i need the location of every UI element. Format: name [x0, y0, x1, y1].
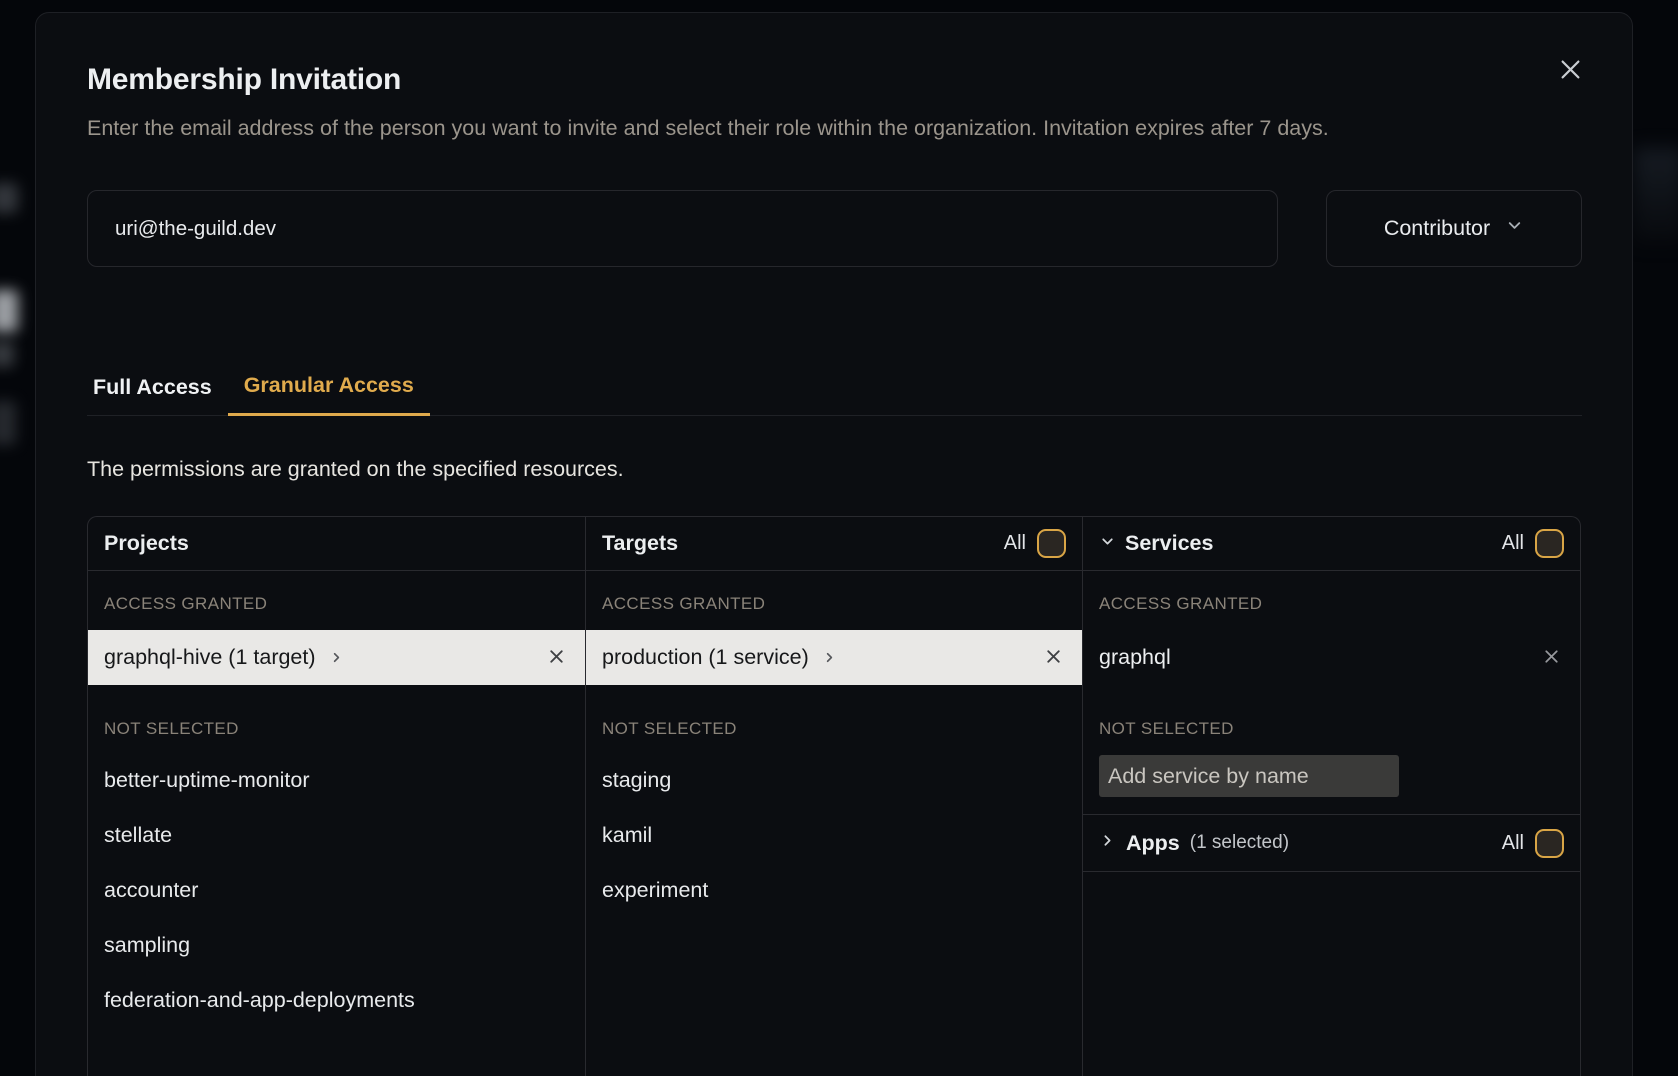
apps-all-toggle[interactable]: All	[1502, 829, 1564, 858]
access-granted-label: ACCESS GRANTED	[602, 594, 1066, 614]
modal-description: Enter the email address of the person yo…	[87, 110, 1511, 147]
background-artifact	[0, 341, 14, 367]
project-item[interactable]: sampling	[88, 918, 585, 973]
remove-icon	[546, 646, 567, 670]
apps-all-checkbox[interactable]	[1535, 829, 1564, 858]
remove-target-button[interactable]	[1041, 644, 1066, 672]
background-artifact	[1634, 148, 1678, 243]
granted-service-name: graphql	[1099, 645, 1171, 670]
targets-column-header: Targets All	[586, 517, 1082, 571]
apps-label: Apps	[1126, 831, 1180, 856]
page-background: Membership Invitation Enter the email ad…	[0, 0, 1678, 1076]
apps-all-label: All	[1502, 832, 1524, 855]
targets-all-checkbox[interactable]	[1037, 529, 1066, 558]
services-all-checkbox[interactable]	[1535, 529, 1564, 558]
role-select-value: Contributor	[1384, 216, 1490, 241]
not-selected-label: NOT SELECTED	[602, 719, 1066, 739]
services-column: Services All ACCESS GRANTED graphql N	[1082, 517, 1580, 1076]
targets-list: staging kamil experiment	[586, 753, 1082, 918]
tab-full-access[interactable]: Full Access	[77, 373, 228, 416]
targets-column-title: Targets	[602, 531, 678, 556]
background-artifact	[0, 401, 16, 445]
modal-title: Membership Invitation	[87, 63, 1582, 97]
projects-list: better-uptime-monitor stellate accounter…	[88, 753, 585, 1028]
remove-icon	[1541, 646, 1562, 670]
project-item[interactable]: accounter	[88, 863, 585, 918]
chevron-down-icon	[1505, 216, 1524, 241]
granted-target-row[interactable]: production (1 service)	[586, 630, 1082, 685]
targets-column: Targets All ACCESS GRANTED production (1…	[585, 517, 1082, 1076]
close-icon	[1557, 56, 1584, 86]
target-item[interactable]: experiment	[586, 863, 1082, 918]
access-granted-label: ACCESS GRANTED	[1099, 594, 1564, 614]
email-input[interactable]	[87, 190, 1278, 267]
granted-project-name: graphql-hive (1 target)	[104, 645, 316, 670]
services-column-header[interactable]: Services All	[1083, 517, 1580, 571]
chevron-right-icon	[329, 650, 344, 665]
targets-all-label: All	[1004, 532, 1026, 555]
remove-project-button[interactable]	[544, 644, 569, 672]
not-selected-label: NOT SELECTED	[104, 719, 569, 739]
apps-section-row[interactable]: Apps (1 selected) All	[1083, 814, 1580, 872]
granted-target-name: production (1 service)	[602, 645, 809, 670]
add-service-input[interactable]	[1099, 755, 1399, 797]
membership-invitation-modal: Membership Invitation Enter the email ad…	[35, 12, 1633, 1076]
role-select[interactable]: Contributor	[1326, 190, 1582, 267]
target-item[interactable]: kamil	[586, 808, 1082, 863]
project-item[interactable]: federation-and-app-deployments	[88, 973, 585, 1028]
services-all-toggle[interactable]: All	[1502, 529, 1564, 558]
projects-column: Projects ACCESS GRANTED graphql-hive (1 …	[88, 517, 585, 1076]
permissions-note: The permissions are granted on the speci…	[87, 457, 1582, 482]
projects-column-title: Projects	[104, 531, 189, 556]
chevron-down-icon[interactable]	[1099, 533, 1116, 555]
granted-project-row[interactable]: graphql-hive (1 target)	[88, 630, 585, 685]
access-tabs: Full Access Granular Access	[87, 373, 1582, 416]
not-selected-label: NOT SELECTED	[1099, 719, 1564, 739]
chevron-right-icon	[822, 650, 837, 665]
granted-service-row[interactable]: graphql	[1083, 630, 1580, 685]
project-item[interactable]: better-uptime-monitor	[88, 753, 585, 808]
background-artifact	[0, 183, 18, 213]
background-artifact	[0, 290, 18, 332]
projects-column-header: Projects	[88, 517, 585, 571]
tab-granular-access[interactable]: Granular Access	[228, 373, 430, 416]
chevron-right-icon[interactable]	[1099, 832, 1116, 854]
remove-icon	[1043, 646, 1064, 670]
apps-selected-count: (1 selected)	[1190, 832, 1289, 854]
close-button[interactable]	[1554, 55, 1586, 87]
targets-all-toggle[interactable]: All	[1004, 529, 1066, 558]
invite-form-row: Contributor	[87, 190, 1582, 267]
remove-service-button[interactable]	[1539, 644, 1564, 672]
target-item[interactable]: staging	[586, 753, 1082, 808]
access-granted-label: ACCESS GRANTED	[104, 594, 569, 614]
services-all-label: All	[1502, 532, 1524, 555]
services-column-title: Services	[1125, 531, 1213, 556]
resource-picker: Projects ACCESS GRANTED graphql-hive (1 …	[87, 516, 1581, 1076]
project-item[interactable]: stellate	[88, 808, 585, 863]
